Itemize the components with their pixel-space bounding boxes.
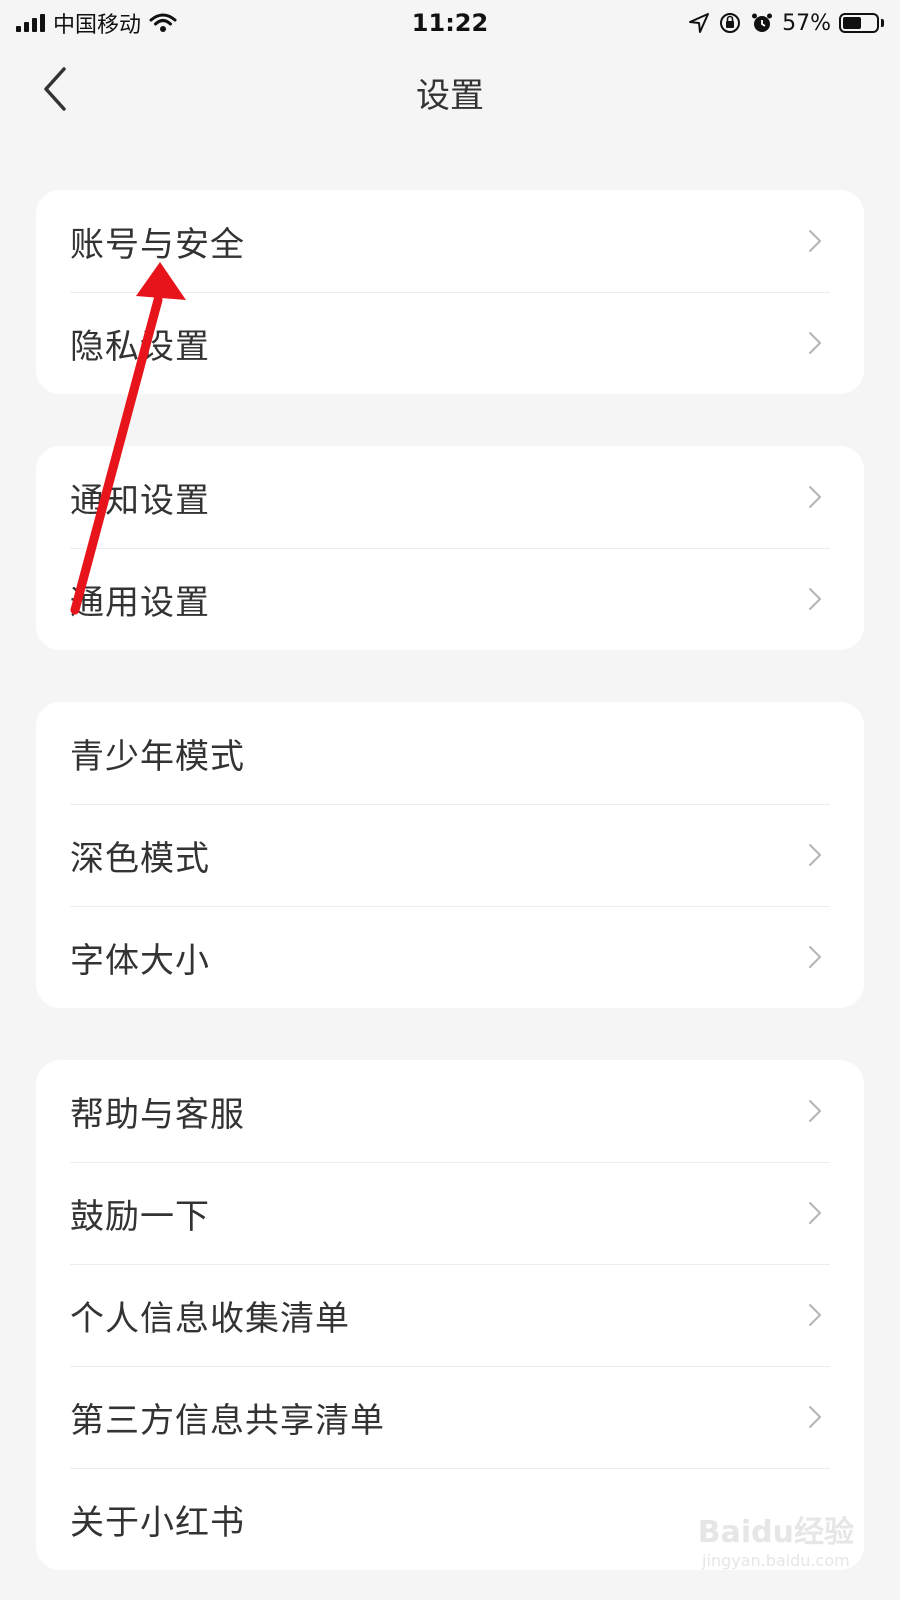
settings-row[interactable]: 字体大小 <box>36 906 864 1008</box>
settings-row-label: 帮助与客服 <box>70 1094 245 1135</box>
carrier-name: 中国移动 <box>53 13 142 38</box>
chevron-right-icon <box>809 486 821 508</box>
watermark-url: jingyan.baidu.com <box>702 1551 850 1570</box>
chevron-right-icon <box>809 230 821 252</box>
settings-row[interactable]: 个人信息收集清单 <box>36 1264 864 1366</box>
chevron-right-icon <box>809 1202 821 1224</box>
settings-row-label: 隐私设置 <box>70 326 210 367</box>
settings-list: 账号与安全隐私设置通知设置通用设置青少年模式深色模式字体大小帮助与客服鼓励一下个… <box>36 190 864 1570</box>
settings-group: 通知设置 通用设置 <box>36 446 864 650</box>
chevron-right-icon <box>809 1406 821 1428</box>
settings-row[interactable]: 通用设置 <box>36 548 864 650</box>
watermark-brand: Baidu经验 <box>697 1515 854 1550</box>
chevron-right-icon <box>809 946 821 968</box>
settings-row-label: 青少年模式 <box>70 736 245 777</box>
wifi-icon <box>149 13 177 32</box>
settings-row[interactable]: 账号与安全 <box>36 190 864 292</box>
rotation-lock-icon <box>720 13 741 33</box>
settings-row[interactable]: 通知设置 <box>36 446 864 548</box>
settings-row-label: 深色模式 <box>70 838 210 879</box>
watermark: Baidu经验 jingyan.baidu.com <box>698 1507 854 1570</box>
settings-row[interactable]: 帮助与客服 <box>36 1060 864 1162</box>
chevron-right-icon <box>809 1100 821 1122</box>
settings-row-label: 关于小红书 <box>70 1502 245 1543</box>
settings-row-label: 第三方信息共享清单 <box>70 1400 385 1441</box>
settings-group: 账号与安全 隐私设置 <box>36 190 864 394</box>
settings-row[interactable]: 鼓励一下 <box>36 1162 864 1264</box>
settings-row-label: 字体大小 <box>70 940 210 981</box>
chevron-right-icon <box>809 1304 821 1326</box>
location-icon <box>689 13 710 33</box>
status-bar: 中国移动 11:22 57% <box>0 0 900 46</box>
settings-group: 帮助与客服鼓励一下个人信息收集清单 第三方信息共享清单 关于小红书 <box>36 1060 864 1570</box>
chevron-right-icon <box>809 588 821 610</box>
nav-bar: 设置 <box>0 48 900 132</box>
status-bar-left: 中国移动 <box>16 7 177 39</box>
settings-row-label: 个人信息收集清单 <box>70 1298 350 1339</box>
settings-row[interactable]: 深色模式 <box>36 804 864 906</box>
settings-row-label: 账号与安全 <box>70 224 245 265</box>
battery-icon <box>839 13 884 33</box>
settings-group: 青少年模式深色模式字体大小 <box>36 702 864 1008</box>
cellular-signal-icon <box>16 14 45 32</box>
battery-percent: 57% <box>782 10 831 36</box>
settings-row[interactable]: 第三方信息共享清单 <box>36 1366 864 1468</box>
settings-row-label: 鼓励一下 <box>70 1196 210 1237</box>
settings-row[interactable]: 隐私设置 <box>36 292 864 394</box>
settings-row[interactable]: 青少年模式 <box>36 702 864 804</box>
chevron-right-icon <box>809 332 821 354</box>
status-bar-right: 57% <box>688 11 884 36</box>
settings-row-label: 通知设置 <box>70 480 210 521</box>
chevron-right-icon <box>809 844 821 866</box>
settings-row-label: 通用设置 <box>70 582 210 623</box>
alarm-icon <box>752 13 773 32</box>
page-title: 设置 <box>416 76 484 116</box>
